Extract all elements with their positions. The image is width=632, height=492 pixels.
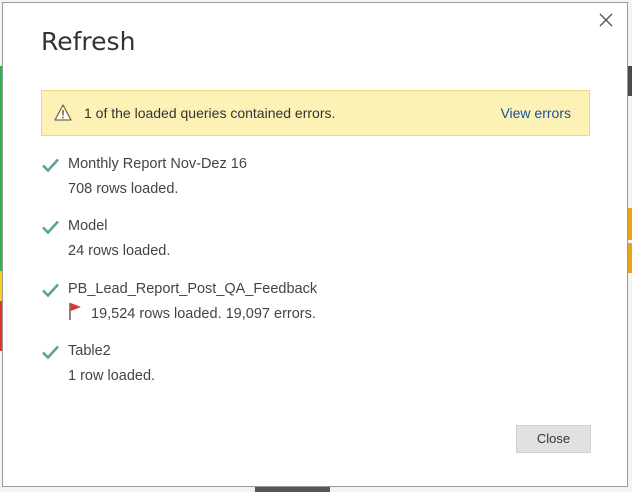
warning-triangle-icon bbox=[54, 104, 72, 121]
refresh-dialog: Refresh 1 of the loaded queries containe… bbox=[2, 2, 628, 487]
dialog-title: Refresh bbox=[41, 27, 136, 56]
checkmark-icon bbox=[41, 344, 60, 360]
query-name: Monthly Report Nov-Dez 16 bbox=[68, 156, 247, 172]
query-name: PB_Lead_Report_Post_QA_Feedback bbox=[68, 281, 318, 297]
checkmark-icon bbox=[41, 157, 60, 173]
query-status: 1 row loaded. bbox=[68, 368, 156, 384]
background-top-right-bar bbox=[628, 66, 632, 96]
query-name: Table2 bbox=[68, 343, 111, 359]
red-flag-icon bbox=[68, 301, 84, 321]
query-status: 24 rows loaded. bbox=[68, 243, 171, 259]
query-status: 708 rows loaded. bbox=[68, 181, 179, 197]
close-button[interactable]: Close bbox=[516, 425, 591, 453]
error-warning-banner: 1 of the loaded queries contained errors… bbox=[41, 90, 590, 136]
query-name: Model bbox=[68, 218, 108, 234]
background-bottom-bar bbox=[255, 487, 330, 492]
warning-message: 1 of the loaded queries contained errors… bbox=[84, 105, 336, 121]
background-right-indicator-2 bbox=[628, 243, 632, 273]
query-status: 19,524 rows loaded. 19,097 errors. bbox=[91, 306, 316, 322]
checkmark-icon bbox=[41, 219, 60, 235]
close-x-icon[interactable] bbox=[595, 9, 617, 31]
checkmark-icon bbox=[41, 282, 60, 298]
background-right-indicator bbox=[628, 208, 632, 240]
view-errors-link[interactable]: View errors bbox=[500, 105, 571, 121]
